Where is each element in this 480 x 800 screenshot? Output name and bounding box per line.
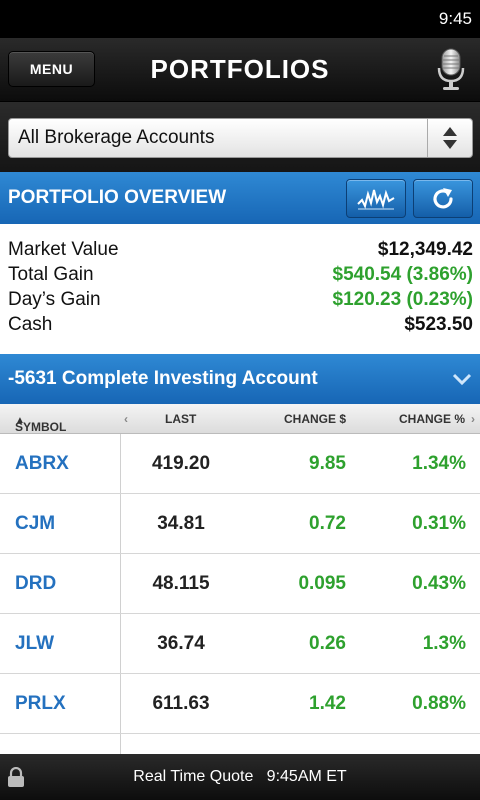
overview-label: Market Value — [8, 239, 119, 260]
last-cell: 36.74 — [157, 633, 205, 654]
symbol-cell[interactable]: DRD — [15, 573, 56, 595]
change-dollar-cell: 9.85 — [309, 453, 346, 474]
change-pct-cell: 0.31% — [412, 513, 466, 534]
change-pct-cell: 1.3% — [422, 633, 466, 654]
overview-value: $523.50 — [404, 314, 473, 335]
page-title: PORTFOLIOS — [150, 54, 330, 84]
last-cell: 611.63 — [152, 693, 210, 714]
portfolio-overview: Market Value $12,349.42 Total Gain $540.54 … — [0, 224, 480, 354]
overview-row: Day’s Gain $120.23 (0.23%) — [0, 289, 480, 314]
change-pct-cell: 1.34% — [412, 453, 466, 474]
change-pct-cell: 0.43% — [412, 573, 466, 594]
status-bar: 9:45 — [0, 0, 480, 38]
overview-label: Day’s Gain — [8, 289, 101, 310]
overview-row: Market Value $12,349.42 — [0, 239, 480, 264]
table-row[interactable]: DRD 48.115 0.095 0.43% — [0, 554, 480, 614]
symbol-cell[interactable]: PRLX — [15, 693, 66, 715]
portfolio-overview-header: PORTFOLIO OVERVIEW — [0, 172, 480, 224]
chevron-down-icon[interactable] — [452, 372, 472, 386]
overview-value: $12,349.42 — [377, 239, 473, 260]
chart-icon — [357, 189, 395, 209]
change-dollar-cell: 0.72 — [309, 513, 346, 534]
symbol-cell[interactable]: ABRX — [15, 453, 69, 475]
select-arrows-icon[interactable] — [427, 119, 472, 157]
overview-value: $540.54 (3.86%) — [332, 264, 474, 285]
holdings-table: ABRX 419.20 9.85 1.34% CJM 34.81 0.72 0.31% DRD 4… — [0, 434, 480, 754]
table-row[interactable]: CJM 34.81 0.72 0.31% — [0, 494, 480, 554]
change-dollar-cell: 1.42 — [309, 693, 346, 714]
footer-status: Real Time Quote 9:45AM ET — [133, 768, 347, 785]
app-header: MENU PORTFOLIOS — [0, 38, 480, 102]
column-change-dollar[interactable]: CHANGE $ — [284, 412, 346, 426]
footer-bar: Real Time Quote 9:45AM ET — [0, 754, 480, 800]
account-select-value: All Brokerage Accounts — [18, 127, 215, 148]
table-row[interactable]: ABRX 419.20 9.85 1.34% — [0, 434, 480, 494]
table-row[interactable]: JLW 36.74 0.26 1.3% — [0, 614, 480, 674]
account-section-header[interactable]: -5631 Complete Investing Account — [0, 354, 480, 404]
scroll-right-icon[interactable]: › — [471, 412, 475, 426]
overview-value: $120.23 (0.23%) — [332, 289, 474, 310]
overview-row: Cash $523.50 — [0, 314, 480, 339]
status-time: 9:45 — [438, 9, 472, 28]
overview-label: Total Gain — [8, 264, 94, 285]
column-change-pct[interactable]: CHANGE % — [399, 412, 465, 426]
account-filter-bar: All Brokerage Accounts — [0, 102, 480, 172]
refresh-icon — [433, 187, 453, 208]
account-select[interactable]: All Brokerage Accounts — [8, 118, 473, 158]
microphone-icon[interactable] — [434, 46, 468, 94]
change-pct-cell: 0.88% — [412, 693, 466, 714]
change-dollar-cell: 0.26 — [309, 633, 346, 654]
overview-label: Cash — [8, 314, 53, 335]
symbol-cell[interactable]: CJM — [15, 513, 55, 535]
last-cell: 48.115 — [152, 573, 210, 594]
overview-row: Total Gain $540.54 (3.86%) — [0, 264, 480, 289]
last-cell: 34.81 — [157, 513, 205, 534]
table-row[interactable]: PRLX 611.63 1.42 0.88% — [0, 674, 480, 734]
column-last[interactable]: LAST — [165, 412, 196, 426]
symbol-cell[interactable]: JLW — [15, 633, 54, 655]
column-symbol[interactable]: SYMBOL ▲ — [15, 412, 66, 434]
portfolio-overview-title: PORTFOLIO OVERVIEW — [8, 187, 227, 208]
account-title: -5631 Complete Investing Account — [8, 368, 318, 389]
chart-button[interactable] — [346, 179, 406, 218]
change-dollar-cell: 0.095 — [298, 573, 346, 594]
last-cell: 419.20 — [151, 453, 211, 474]
refresh-button[interactable] — [413, 179, 473, 218]
scroll-left-icon[interactable]: ‹ — [124, 412, 128, 426]
table-header: SYMBOL ▲ ‹ LAST CHANGE $ CHANGE % › — [0, 404, 480, 434]
